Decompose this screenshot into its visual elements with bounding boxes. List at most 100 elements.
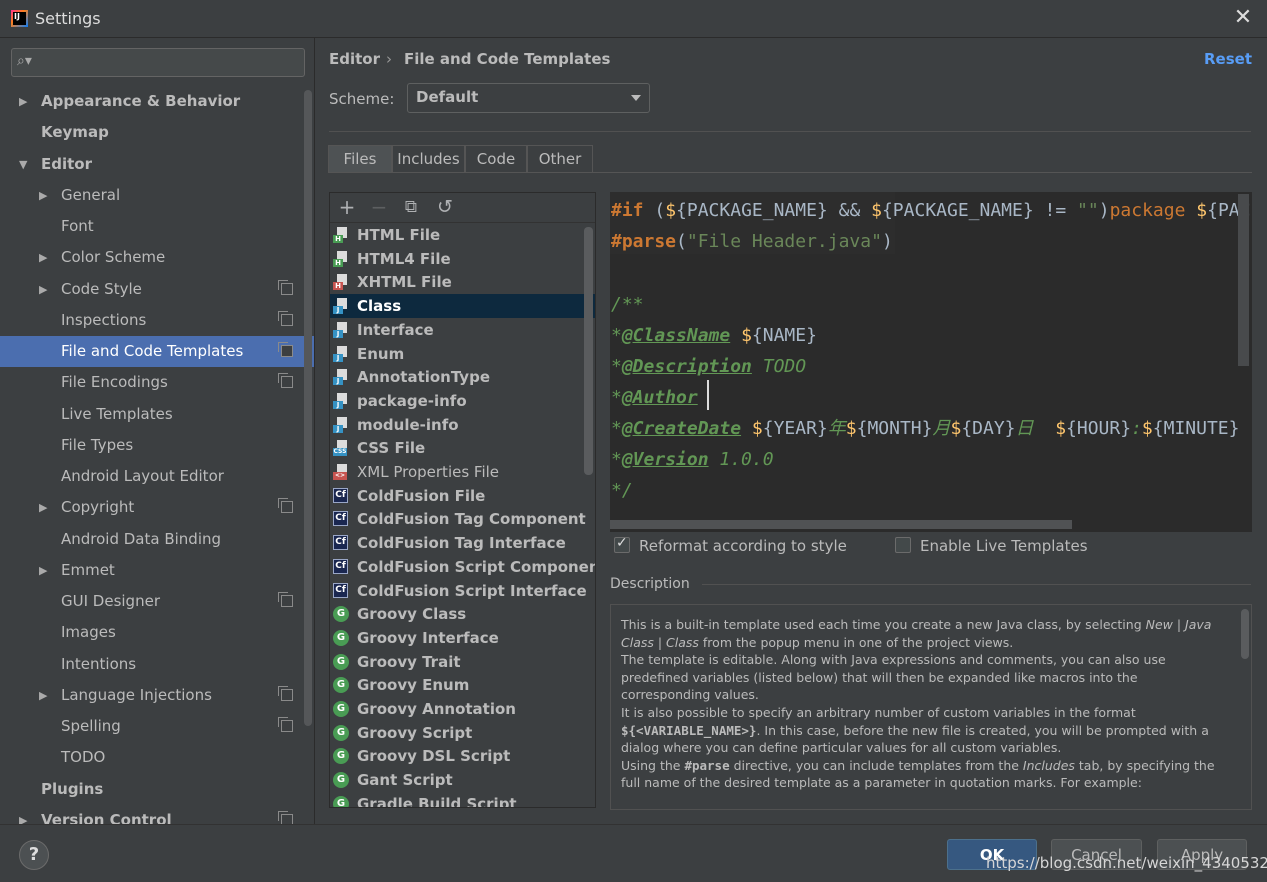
template-item-label: Groovy Trait <box>357 652 461 671</box>
template-item-xml-properties-file[interactable]: <> XML Properties File <box>330 460 595 484</box>
sidebar-item-appearance-and-behavior[interactable]: ▶ Appearance & Behavior <box>0 86 302 117</box>
groovy-class-icon: G <box>333 606 349 623</box>
template-item-label: ColdFusion Tag Component <box>357 510 586 529</box>
sidebar-item-images[interactable]: Images <box>0 617 302 648</box>
template-item-groovy-script[interactable]: G Groovy Script <box>330 721 595 745</box>
sidebar-item-intentions[interactable]: Intentions <box>0 649 302 680</box>
sidebar-item-label: Editor <box>41 154 92 173</box>
collapsed-arrow-icon[interactable]: ▶ <box>19 86 27 117</box>
sidebar-item-live-templates[interactable]: Live Templates <box>0 399 302 430</box>
help-button[interactable]: ? <box>19 840 49 870</box>
sidebar-scrollbar[interactable] <box>304 90 312 726</box>
sidebar-item-color-scheme[interactable]: ▶ Color Scheme <box>0 242 302 273</box>
sidebar-item-version-control[interactable]: ▶ Version Control <box>0 805 302 824</box>
breadcrumb-editor[interactable]: Editor <box>329 50 380 68</box>
sidebar-item-plugins[interactable]: Plugins <box>0 774 302 805</box>
collapsed-arrow-icon[interactable]: ▶ <box>19 805 27 824</box>
template-item-interface[interactable]: J Interface <box>330 318 595 342</box>
template-item-gradle-build-script[interactable]: G Gradle Build Script <box>330 792 595 807</box>
sidebar-item-label: File and Code Templates <box>61 342 244 360</box>
template-item-groovy-trait[interactable]: G Groovy Trait <box>330 650 595 674</box>
sidebar-item-file-encodings[interactable]: File Encodings <box>0 367 302 398</box>
sidebar-item-gui-designer[interactable]: GUI Designer <box>0 586 302 617</box>
add-icon[interactable]: + <box>336 196 358 218</box>
sidebar-item-file-and-code-templates[interactable]: File and Code Templates <box>0 336 314 367</box>
live-templates-checkbox[interactable] <box>895 537 911 553</box>
tab-other[interactable]: Other <box>527 145 593 172</box>
tab-files[interactable]: Files <box>328 145 392 172</box>
copy-icon[interactable]: ⧉ <box>400 196 422 218</box>
template-item-enum[interactable]: J Enum <box>330 342 595 366</box>
template-code-editor[interactable]: #if (${PACKAGE_NAME} && ${PACKAGE_NAME} … <box>610 192 1252 532</box>
sidebar-item-font[interactable]: Font <box>0 211 302 242</box>
sidebar-item-label: Appearance & Behavior <box>41 92 241 110</box>
template-item-coldfusion-script-component[interactable]: Cf ColdFusion Script Component <box>330 555 595 579</box>
sidebar-item-keymap[interactable]: Keymap <box>0 117 302 148</box>
sidebar-item-todo[interactable]: TODO <box>0 742 302 773</box>
sidebar-item-language-injections[interactable]: ▶ Language Injections <box>0 680 302 711</box>
sidebar-item-android-data-binding[interactable]: Android Data Binding <box>0 524 302 555</box>
collapsed-arrow-icon[interactable]: ▶ <box>39 180 47 211</box>
live-templates-label[interactable]: Enable Live Templates <box>920 537 1088 555</box>
search-icon[interactable]: ⌕▾ <box>17 53 32 69</box>
template-item-groovy-interface[interactable]: G Groovy Interface <box>330 626 595 650</box>
project-level-icon <box>278 685 293 701</box>
sidebar-item-inspections[interactable]: Inspections <box>0 305 302 336</box>
template-item-groovy-class[interactable]: G Groovy Class <box>330 602 595 626</box>
template-item-coldfusion-script-interface[interactable]: Cf ColdFusion Script Interface <box>330 579 595 603</box>
template-list-scrollbar[interactable] <box>584 227 593 475</box>
reset-icon[interactable]: ↺ <box>434 196 456 218</box>
sidebar-item-editor[interactable]: ▼ Editor <box>0 149 302 180</box>
close-icon[interactable]: ✕ <box>1231 7 1255 31</box>
settings-search-input[interactable]: ⌕▾ <box>11 48 305 77</box>
expanded-arrow-icon[interactable]: ▼ <box>19 149 27 180</box>
tab-code[interactable]: Code <box>465 145 527 172</box>
collapsed-arrow-icon[interactable]: ▶ <box>39 680 47 711</box>
description-scrollbar[interactable] <box>1241 609 1249 659</box>
scheme-dropdown[interactable]: Default <box>407 83 650 113</box>
template-item-class[interactable]: J Class <box>330 294 595 319</box>
template-item-module-info[interactable]: Jmodule-info <box>330 413 595 437</box>
code-line-9: *@Version 1.0.0 <box>611 449 774 470</box>
template-item-groovy-dsl-script[interactable]: G Groovy DSL Script <box>330 744 595 768</box>
description-paragraph-3: It is also possible to specify an arbitr… <box>621 704 1209 756</box>
template-item-coldfusion-tag-component[interactable]: Cf ColdFusion Tag Component <box>330 507 595 531</box>
sidebar-item-general[interactable]: ▶ General <box>0 180 302 211</box>
sidebar-item-emmet[interactable]: ▶ Emmet <box>0 555 302 586</box>
template-item-gant-script[interactable]: G Gant Script <box>330 768 595 792</box>
template-item-coldfusion-file[interactable]: Cf ColdFusion File <box>330 484 595 508</box>
template-item-css-file[interactable]: CSS CSS File <box>330 436 595 460</box>
code-line-8: *@CreateDate ${YEAR}年${MONTH}月${DAY}日 ${… <box>611 418 1240 439</box>
template-item-xhtml-file[interactable]: H XHTML File <box>330 270 595 294</box>
sidebar-item-label: TODO <box>61 748 106 767</box>
template-item-coldfusion-tag-interface[interactable]: Cf ColdFusion Tag Interface <box>330 531 595 555</box>
reformat-label[interactable]: Reformat according to style <box>639 537 847 555</box>
editor-horizontal-scrollbar[interactable] <box>610 520 1072 529</box>
editor-vertical-scrollbar[interactable] <box>1238 194 1249 366</box>
template-item-package-info[interactable]: Jpackage-info <box>330 389 595 413</box>
sidebar-item-file-types[interactable]: File Types <box>0 430 302 461</box>
reformat-checkbox[interactable] <box>614 535 630 553</box>
template-item-label: ColdFusion Script Component <box>357 557 596 576</box>
template-item-groovy-annotation[interactable]: G Groovy Annotation <box>330 697 595 721</box>
sidebar-item-android-layout-editor[interactable]: Android Layout Editor <box>0 461 302 492</box>
template-item-groovy-enum[interactable]: G Groovy Enum <box>330 673 595 697</box>
collapsed-arrow-icon[interactable]: ▶ <box>39 492 47 523</box>
tab-includes[interactable]: Includes <box>392 145 465 172</box>
breadcrumb-separator: › <box>386 50 392 68</box>
template-item-html4-file[interactable]: H HTML4 File <box>330 247 595 271</box>
template-item-annotationtype[interactable]: J AnnotationType <box>330 365 595 389</box>
collapsed-arrow-icon[interactable]: ▶ <box>39 274 47 305</box>
sidebar-item-copyright[interactable]: ▶ Copyright <box>0 492 302 523</box>
template-item-label: Gant Script <box>357 771 453 790</box>
sidebar-item-code-style[interactable]: ▶ Code Style <box>0 274 302 305</box>
template-item-html-file[interactable]: H HTML File <box>330 223 595 247</box>
text-cursor <box>707 380 709 410</box>
sidebar-item-label: File Encodings <box>61 373 168 392</box>
collapsed-arrow-icon[interactable]: ▶ <box>39 555 47 586</box>
remove-icon[interactable]: − <box>368 196 390 218</box>
collapsed-arrow-icon[interactable]: ▶ <box>39 242 47 273</box>
scheme-label: Scheme: <box>329 90 395 108</box>
sidebar-item-spelling[interactable]: Spelling <box>0 711 302 742</box>
reset-link[interactable]: Reset <box>1204 50 1252 68</box>
